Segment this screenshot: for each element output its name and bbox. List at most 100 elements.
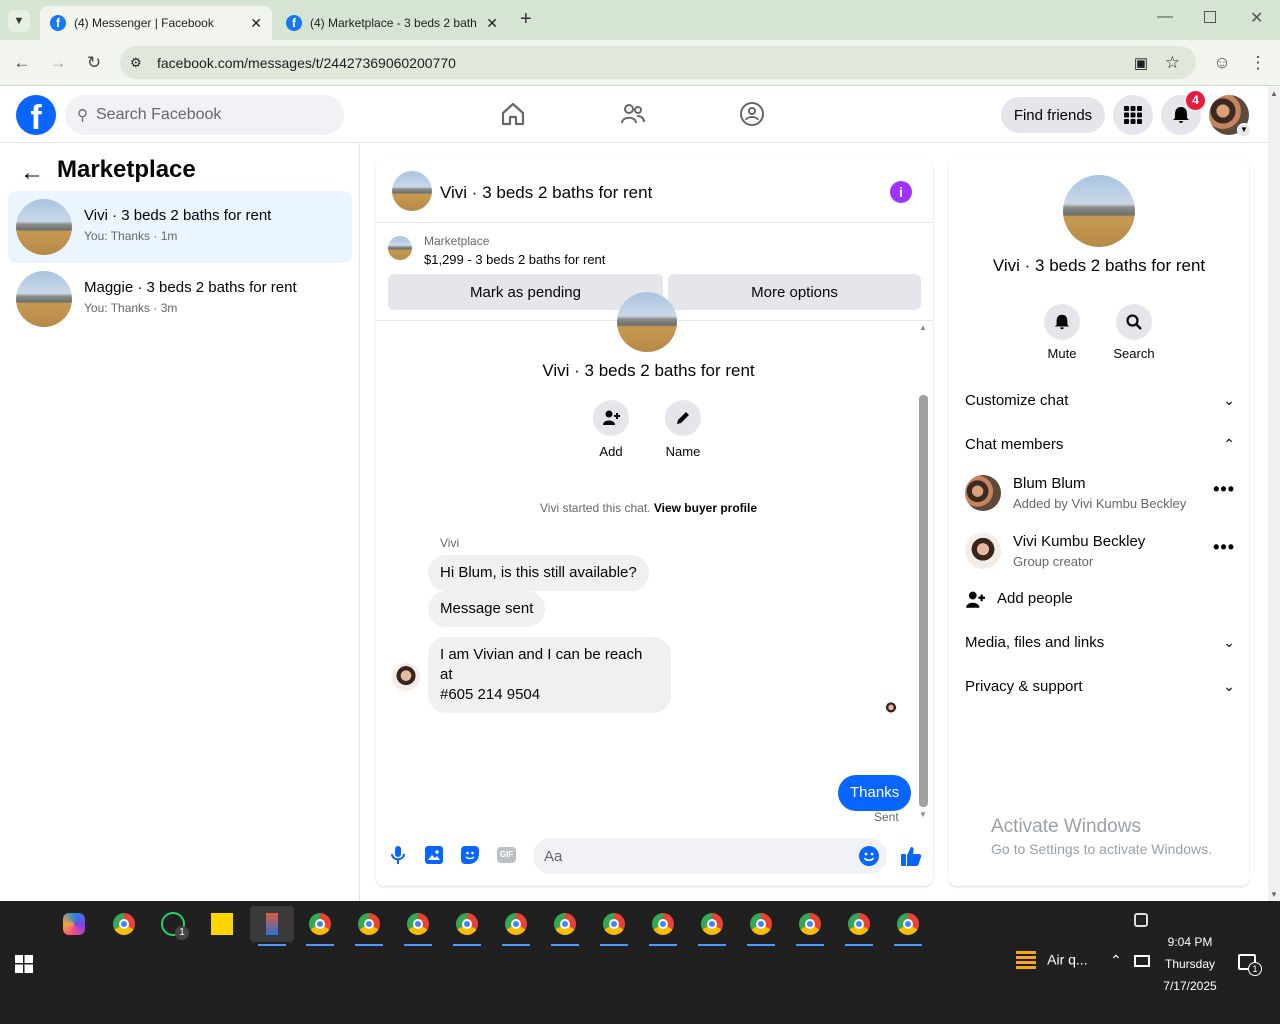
sticker-icon[interactable] (461, 846, 479, 864)
search-input[interactable]: ⚲ Search Facebook (65, 95, 344, 135)
mute-button[interactable]: Mute (1042, 304, 1082, 361)
tab-messenger[interactable]: f (4) Messenger | Facebook ✕ (40, 6, 272, 40)
chrome-profile-icon[interactable] (743, 906, 779, 946)
reload-icon[interactable]: ↻ (83, 52, 105, 74)
install-app-icon[interactable]: ▣ (1134, 54, 1148, 72)
gif-icon[interactable]: GIF (497, 847, 516, 863)
more-horizontal-icon[interactable]: ••• (1213, 537, 1235, 558)
clock[interactable]: 9:04 PM Thursday 7/17/2025 (1160, 931, 1220, 997)
url-field[interactable]: ⚙ facebook.com/messages/t/24427369060200… (120, 46, 1196, 79)
back-icon[interactable]: ← (11, 52, 33, 74)
groups-icon[interactable] (739, 101, 765, 127)
media-files-section[interactable]: Media, files and links ⌄ (965, 634, 1235, 651)
chrome-profile-icon[interactable] (449, 906, 485, 946)
add-people-button[interactable]: Add people (965, 589, 1235, 613)
close-window-icon[interactable]: ✕ (1250, 8, 1263, 28)
chrome-profile-icon[interactable] (400, 906, 436, 946)
more-horizontal-icon[interactable]: ••• (1213, 479, 1235, 500)
weather-widget[interactable]: Air q... (1016, 951, 1096, 975)
whatsapp-badge: 1 (175, 926, 189, 940)
chat-header: Vivi · 3 beds 2 baths for rent i (376, 159, 933, 223)
info-icon[interactable]: i (890, 181, 912, 203)
chrome-profile-icon[interactable] (498, 906, 534, 946)
message-bubble[interactable]: I am Vivian and I can be reach at #605 2… (428, 637, 671, 713)
site-info-icon[interactable]: ⚙ (130, 55, 142, 71)
chat-avatar[interactable] (392, 171, 432, 211)
chrome-profile-icon[interactable] (792, 906, 828, 946)
chat-window: Vivi · 3 beds 2 baths for rent i Marketp… (376, 159, 933, 886)
tray-chevron-up-icon[interactable]: ⌃ (1110, 952, 1122, 969)
member-name: Blum Blum (1013, 475, 1086, 492)
chrome-profile-icon[interactable] (547, 906, 583, 946)
action-center-icon[interactable]: 1 (1238, 954, 1262, 976)
privacy-support-section[interactable]: Privacy & support ⌄ (965, 678, 1235, 695)
conversation-maggie[interactable]: Maggie · 3 beds 2 baths for rent You: Th… (8, 263, 352, 335)
tab-close-icon[interactable]: ✕ (486, 15, 498, 32)
facebook-logo-icon[interactable]: f (16, 95, 56, 135)
scroll-up-arrow-icon[interactable]: ▲ (1268, 89, 1280, 98)
friends-icon[interactable] (620, 101, 646, 127)
profile-icon[interactable]: ☺ (1211, 52, 1233, 74)
message-input[interactable]: Aa (533, 838, 887, 874)
sender-avatar[interactable] (392, 663, 420, 691)
conversation-vivi[interactable]: Vivi · 3 beds 2 baths for rent You: Than… (8, 191, 352, 263)
photo-icon[interactable] (425, 846, 443, 864)
view-buyer-profile-link[interactable]: View buyer profile (654, 501, 757, 515)
tab-close-icon[interactable]: ✕ (250, 15, 262, 32)
message-bubble[interactable]: Hi Blum, is this still available? (428, 555, 649, 591)
search-in-chat-button[interactable]: Search (1112, 304, 1156, 361)
chrome-profile-icon[interactable] (645, 906, 681, 946)
group-photo-large[interactable] (1063, 175, 1135, 247)
chat-members-section[interactable]: Chat members ⌃ (965, 436, 1235, 453)
emoji-icon[interactable] (859, 846, 879, 866)
copilot-icon[interactable] (56, 906, 92, 942)
scroll-up-arrow-icon[interactable]: ▲ (919, 323, 927, 332)
browser-menu-icon[interactable]: ⋮ (1247, 52, 1269, 74)
scroll-down-arrow-icon[interactable]: ▼ (1268, 890, 1280, 899)
restore-icon[interactable] (1204, 11, 1216, 23)
my-message-bubble[interactable]: Thanks (838, 775, 912, 811)
account-chevron-icon[interactable]: ▼ (1237, 123, 1251, 137)
sticky-notes-icon[interactable] (204, 906, 240, 942)
member-row[interactable]: Vivi Kumbu Beckley Group creator ••• (965, 533, 1235, 573)
like-thumb-icon[interactable] (900, 845, 922, 867)
name-group-button[interactable]: Name (662, 400, 704, 459)
member-avatar[interactable] (965, 475, 1001, 511)
tab-marketplace[interactable]: f (4) Marketplace - 3 beds 2 bath ✕ (276, 6, 508, 40)
bookmark-star-icon[interactable]: ☆ (1165, 53, 1180, 73)
back-arrow-icon[interactable]: ← (20, 159, 44, 187)
scrollbar-thumb[interactable] (919, 395, 928, 807)
member-row[interactable]: Blum Blum Added by Vivi Kumbu Beckley ••… (965, 475, 1235, 515)
conversation-title: Maggie · 3 beds 2 baths for rent (84, 279, 297, 296)
microphone-icon[interactable] (390, 845, 406, 865)
message-bubble[interactable]: Message sent (428, 591, 546, 627)
chrome-profile-icon[interactable] (351, 906, 387, 946)
scroll-down-arrow-icon[interactable]: ▼ (919, 810, 927, 819)
menu-grid-button[interactable] (1113, 95, 1153, 135)
page-scrollbar[interactable]: ▲ ▼ (1268, 87, 1280, 901)
tab-list-chevron-icon[interactable]: ▼ (8, 10, 30, 32)
minimize-icon[interactable]: — (1157, 8, 1173, 26)
member-avatar[interactable] (965, 533, 1001, 569)
home-icon[interactable] (500, 101, 526, 127)
account-avatar[interactable]: ▼ (1209, 95, 1251, 137)
customize-chat-section[interactable]: Customize chat ⌄ (965, 392, 1235, 409)
chrome-profile-icon[interactable] (841, 906, 877, 946)
notifications-button[interactable]: 4 (1161, 91, 1205, 135)
magnifier-icon (1116, 304, 1152, 340)
add-member-button[interactable]: Add (592, 400, 630, 459)
meet-now-icon[interactable] (1134, 913, 1148, 927)
find-friends-button[interactable]: Find friends (1001, 97, 1105, 133)
chrome-profile-icon[interactable] (596, 906, 632, 946)
new-tab-icon[interactable]: + (520, 8, 532, 31)
snipping-tool-icon[interactable] (250, 906, 294, 946)
chat-title[interactable]: Vivi · 3 beds 2 baths for rent (440, 183, 652, 203)
chrome-profile-icon[interactable] (694, 906, 730, 946)
whatsapp-icon[interactable]: 1 (155, 906, 191, 942)
chrome-profile-icon[interactable] (302, 906, 338, 946)
network-icon[interactable] (1134, 955, 1150, 967)
chrome-icon[interactable] (106, 906, 142, 942)
chrome-profile-icon[interactable] (890, 906, 926, 946)
start-windows-icon[interactable] (15, 955, 33, 973)
forward-icon[interactable]: → (47, 52, 69, 74)
